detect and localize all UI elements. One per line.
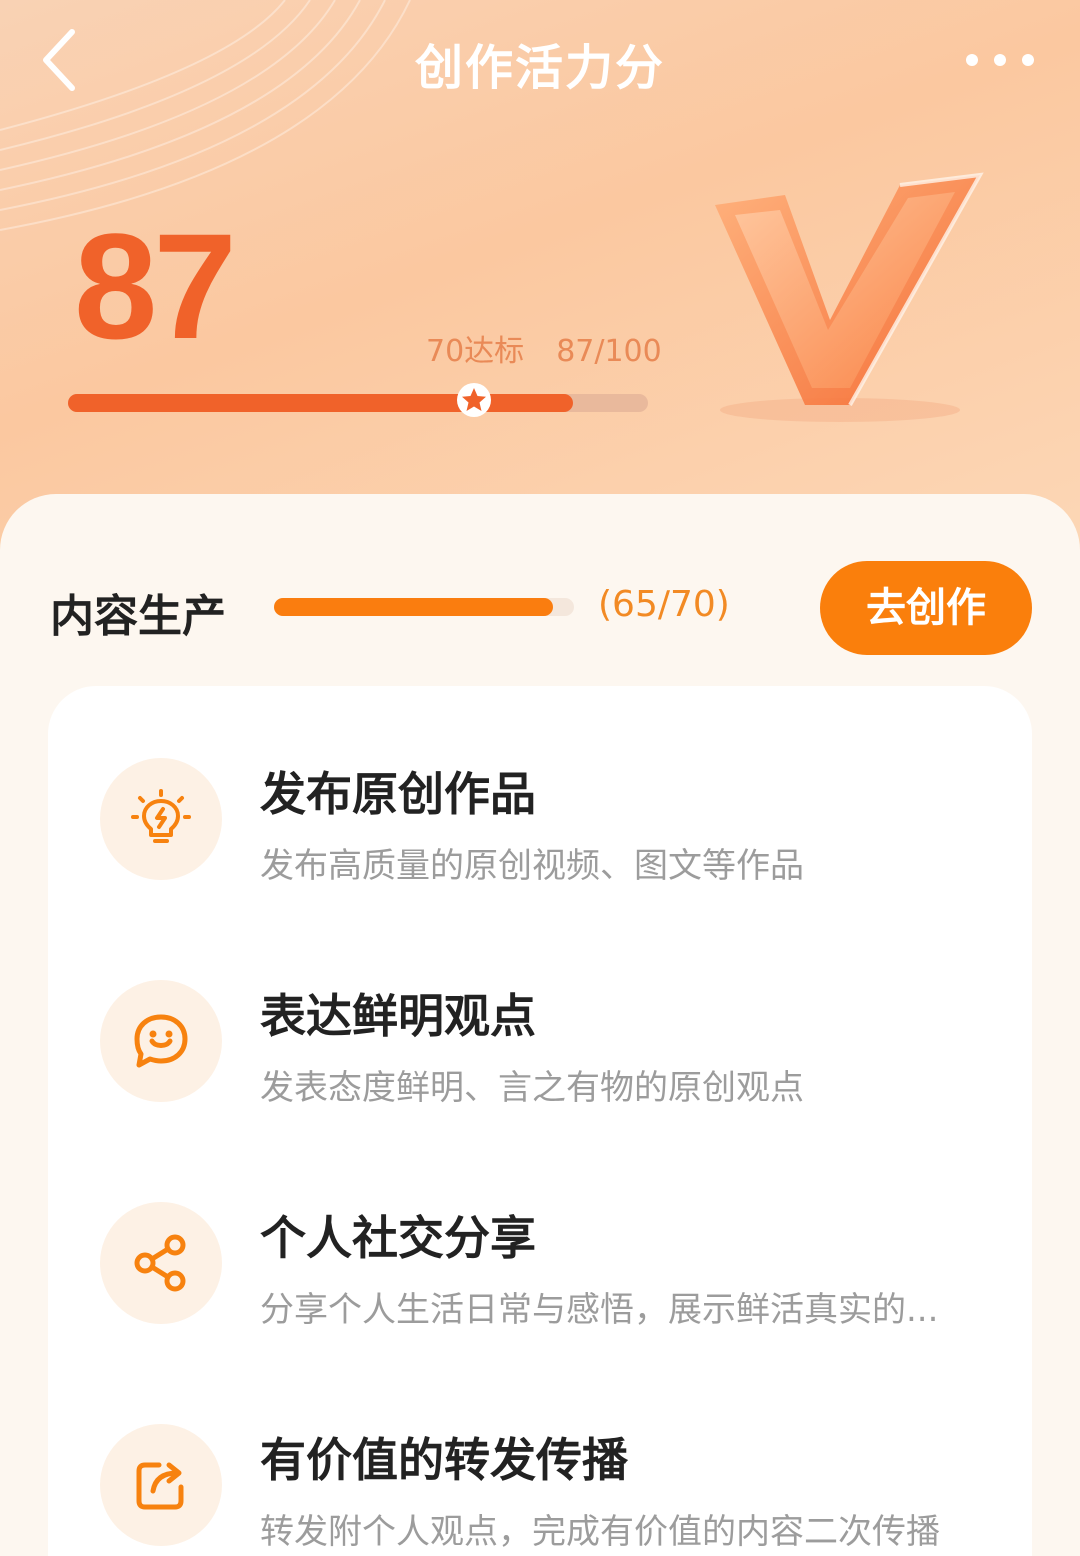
nav-bar: 创作活力分 [0,0,1080,120]
section-progress-track [274,598,574,616]
score-progress-label: 87/100 [556,334,662,369]
standard-label: 70达标 [426,334,525,369]
task-icon-wrapper [100,980,222,1102]
task-description: 发表态度鲜明、言之有物的原创观点 [260,1068,804,1108]
lightbulb-icon [131,789,191,843]
more-dots-icon [966,54,1034,66]
task-item-publish-original[interactable]: 发布原创作品 发布高质量的原创视频、图文等作品 [100,758,980,888]
star-marker-icon [457,383,491,417]
more-button[interactable] [960,40,1040,80]
repost-icon [136,1462,184,1510]
score-value: 87 [74,202,237,370]
chat-smile-icon [134,1014,188,1068]
task-item-valuable-repost[interactable]: 有价值的转发传播 转发附个人观点，完成有价值的内容二次传播 [100,1424,980,1554]
task-description: 分享个人生活日常与感悟，展示鲜活真实的... [260,1290,939,1330]
score-progress-fill [68,394,573,412]
share-icon [134,1234,186,1292]
section-progress-fill [274,598,553,616]
task-icon-wrapper [100,758,222,880]
create-button[interactable]: 去创作 [820,561,1032,655]
page: 创作活力分 87 70达标 87/100 内容生产 (65/70) 去创作 发布… [0,0,1080,1556]
task-description: 转发附个人观点，完成有价值的内容二次传播 [260,1512,940,1552]
task-icon-wrapper [100,1202,222,1324]
task-description: 发布高质量的原创视频、图文等作品 [260,846,804,886]
task-title: 有价值的转发传播 [260,1433,628,1487]
score-progress-track [68,394,648,412]
section-count: (65/70) [598,584,730,625]
task-title: 表达鲜明观点 [260,989,536,1043]
hero-header: 创作活力分 87 70达标 87/100 [0,0,1080,560]
task-title: 个人社交分享 [260,1211,536,1265]
task-title: 发布原创作品 [260,767,536,821]
task-icon-wrapper [100,1424,222,1546]
section-title: 内容生产 [50,591,226,642]
task-item-express-opinion[interactable]: 表达鲜明观点 发表态度鲜明、言之有物的原创观点 [100,980,980,1110]
v-badge-logo [715,172,984,422]
page-title: 创作活力分 [414,40,665,96]
task-item-social-share[interactable]: 个人社交分享 分享个人生活日常与感悟，展示鲜活真实的... [100,1202,980,1332]
score-meta: 70达标 87/100 [426,326,662,370]
